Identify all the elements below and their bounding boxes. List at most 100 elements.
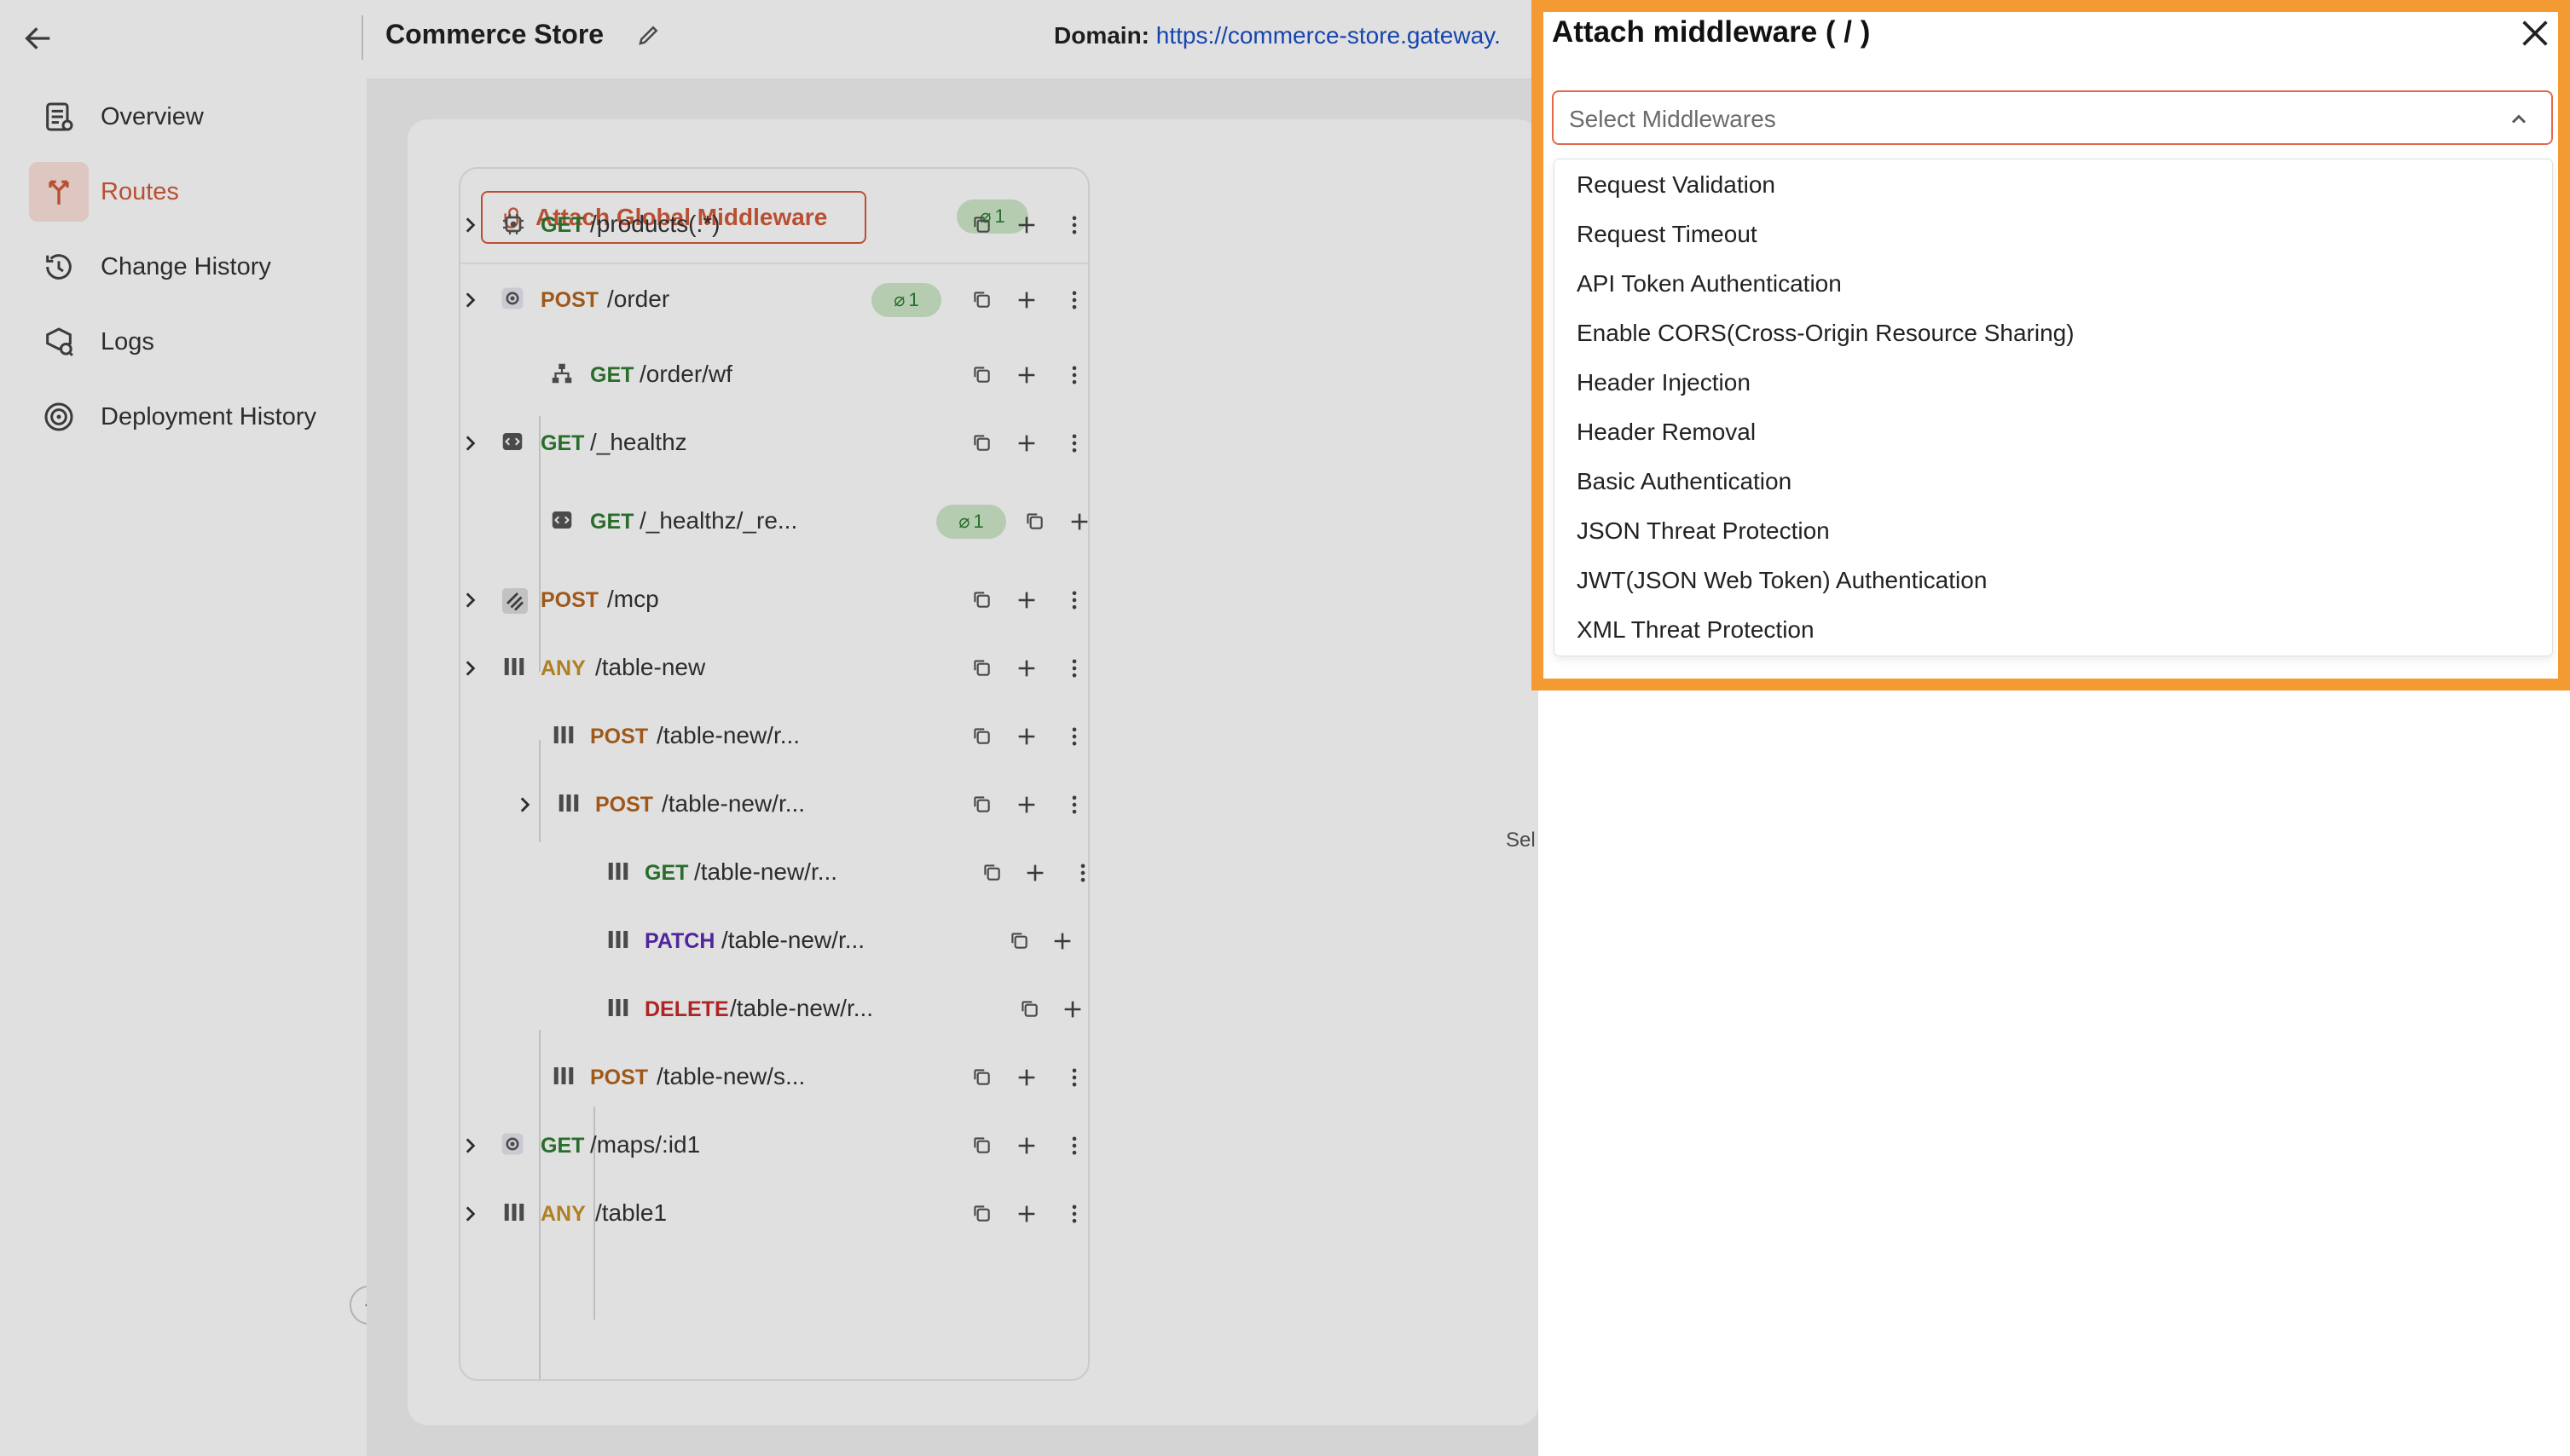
route-method: POST <box>541 288 599 312</box>
route-row[interactable]: ANY/table-new <box>460 643 1088 694</box>
plus-icon[interactable] <box>1015 363 1039 387</box>
copy-icon[interactable] <box>970 588 994 612</box>
route-row[interactable]: GET/order/wf <box>460 350 1088 401</box>
more-icon[interactable] <box>1062 656 1086 680</box>
plus-icon[interactable] <box>1015 656 1039 680</box>
route-row[interactable]: GET/maps/:id1 <box>460 1120 1088 1171</box>
chevron-right-icon[interactable] <box>460 657 481 679</box>
plus-icon[interactable] <box>1068 510 1088 534</box>
route-row[interactable]: POST/mcp <box>460 575 1088 626</box>
plus-icon[interactable] <box>1015 431 1039 455</box>
copy-icon[interactable] <box>970 725 994 748</box>
sidebar-item-deployment-history[interactable]: Deployment History <box>29 387 353 447</box>
middleware-options-list: Request Validation Request Timeout API Tok… <box>1554 159 2553 656</box>
copy-icon[interactable] <box>970 656 994 680</box>
more-icon[interactable] <box>1062 431 1086 455</box>
route-row[interactable]: GET/table-new/r... <box>460 847 1088 898</box>
copy-icon[interactable] <box>970 363 994 387</box>
plus-icon[interactable] <box>1061 997 1085 1021</box>
route-type-icon <box>604 995 633 1024</box>
more-icon[interactable] <box>1062 1134 1086 1158</box>
middleware-option[interactable]: Request Validation <box>1577 171 1775 199</box>
middleware-option[interactable]: Header Removal <box>1577 419 1756 446</box>
middleware-select[interactable]: Select Middlewares <box>1552 90 2553 145</box>
more-icon[interactable] <box>1062 588 1086 612</box>
paperclip-icon: ⌀ <box>958 511 970 532</box>
more-icon[interactable] <box>1062 793 1086 817</box>
route-row[interactable]: GET/_healthz/_re... ⌀ 1 <box>460 496 1088 547</box>
middleware-option[interactable]: API Token Authentication <box>1577 270 1842 298</box>
more-icon[interactable] <box>1062 213 1086 237</box>
more-icon[interactable] <box>1062 1066 1086 1089</box>
copy-icon[interactable] <box>981 861 1004 885</box>
route-row[interactable]: POST/table-new/r... <box>460 779 1088 830</box>
paperclip-icon: ⌀ <box>894 289 906 310</box>
more-icon[interactable] <box>1062 167 1086 169</box>
badge-count: 1 <box>973 511 984 532</box>
copy-icon[interactable] <box>1023 510 1047 534</box>
middleware-option[interactable]: Basic Authentication <box>1577 468 1791 495</box>
middleware-option[interactable]: Request Timeout <box>1577 221 1757 248</box>
chevron-right-icon[interactable] <box>460 289 481 311</box>
chevron-right-icon[interactable] <box>460 1203 481 1225</box>
copy-icon[interactable] <box>1008 929 1032 953</box>
more-icon[interactable] <box>1062 1202 1086 1226</box>
plus-icon[interactable] <box>1015 213 1039 237</box>
copy-icon[interactable] <box>1018 997 1042 1021</box>
more-icon[interactable] <box>1062 288 1086 312</box>
back-button[interactable] <box>19 19 58 58</box>
middleware-option[interactable]: JSON Threat Protection <box>1577 517 1830 545</box>
copy-icon[interactable] <box>970 1134 994 1158</box>
copy-icon[interactable] <box>970 213 994 237</box>
route-path: /_healthz/_re... <box>640 507 798 534</box>
plus-icon[interactable] <box>1015 725 1039 748</box>
plus-icon[interactable] <box>1015 1134 1039 1158</box>
plus-icon[interactable] <box>1015 288 1039 312</box>
copy-icon[interactable] <box>970 167 994 169</box>
route-row[interactable]: GET/_healthz <box>460 418 1088 469</box>
plus-icon[interactable] <box>1015 588 1039 612</box>
domain-link[interactable]: https://commerce-store.gateway. <box>1156 22 1501 49</box>
more-icon[interactable] <box>1071 861 1088 885</box>
copy-icon[interactable] <box>970 1202 994 1226</box>
chevron-right-icon[interactable] <box>513 794 535 816</box>
plus-icon[interactable] <box>1015 1066 1039 1089</box>
route-path: /table1 <box>595 1199 668 1226</box>
route-row[interactable]: POST/table-new/s... <box>460 1052 1088 1103</box>
middleware-option[interactable]: XML Threat Protection <box>1577 616 1815 644</box>
copy-icon[interactable] <box>970 431 994 455</box>
chevron-right-icon[interactable] <box>460 1135 481 1157</box>
route-row[interactable]: GET / <box>460 167 1088 182</box>
sidebar-item-change-history[interactable]: Change History <box>29 237 353 297</box>
edit-title-button[interactable] <box>636 22 663 49</box>
copy-icon[interactable] <box>970 288 994 312</box>
plus-icon[interactable] <box>1015 793 1039 817</box>
route-row[interactable]: PATCH/table-new/r... <box>460 916 1088 967</box>
more-icon[interactable] <box>1062 725 1086 748</box>
route-row[interactable]: GET/products(.*) <box>460 199 1088 251</box>
chevron-right-icon[interactable] <box>460 589 481 611</box>
plus-icon[interactable] <box>1051 929 1074 953</box>
route-row[interactable]: POST/table-new/r... <box>460 711 1088 762</box>
close-drawer-button[interactable] <box>2517 15 2553 51</box>
plus-icon[interactable] <box>1023 861 1047 885</box>
more-icon[interactable] <box>1062 363 1086 387</box>
chevron-right-icon[interactable] <box>460 214 481 236</box>
sidebar-item-routes[interactable]: Routes <box>29 162 353 222</box>
chevron-right-icon[interactable] <box>460 432 481 454</box>
sidebar-item-overview[interactable]: Overview <box>29 87 353 147</box>
middleware-option[interactable]: JWT(JSON Web Token) Authentication <box>1577 567 1987 594</box>
middleware-option[interactable]: Enable CORS(Cross-Origin Resource Sharin… <box>1577 320 2075 347</box>
sidebar-item-logs[interactable]: Logs <box>29 312 353 372</box>
copy-icon[interactable] <box>970 793 994 817</box>
plus-icon[interactable] <box>1015 1202 1039 1226</box>
route-row[interactable]: ANY/table1 <box>460 1188 1088 1239</box>
route-row[interactable]: DELETE/table-new/r... <box>460 984 1088 1035</box>
route-method: POST <box>590 1066 649 1089</box>
copy-icon[interactable] <box>970 1066 994 1089</box>
plus-icon[interactable] <box>1015 167 1039 169</box>
select-placeholder: Select Middlewares <box>1569 106 1776 132</box>
middleware-option[interactable]: Header Injection <box>1577 369 1751 396</box>
route-row[interactable]: POST/order ⌀ 1 <box>460 274 1088 326</box>
route-method: GET <box>506 169 550 170</box>
